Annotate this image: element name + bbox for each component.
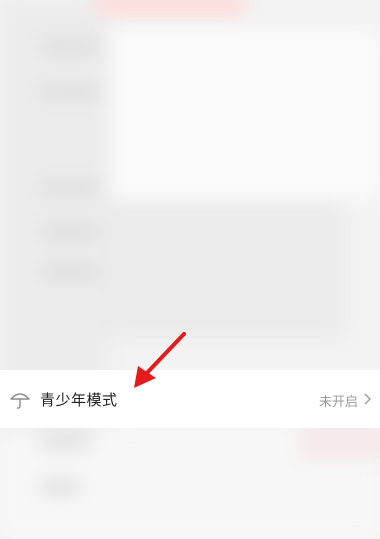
blurred-bar (40, 85, 100, 99)
blurred-bar (40, 480, 80, 494)
blurred-bar (40, 265, 100, 279)
blurred-red-header (95, 0, 245, 14)
youth-mode-label: 青少年模式 (40, 391, 118, 409)
blurred-content-area (110, 30, 380, 200)
blurred-panel (100, 200, 345, 338)
chevron-right-icon (364, 393, 371, 405)
youth-mode-status: 未开启 (318, 395, 358, 410)
blurred-bar (40, 435, 90, 449)
blurred-bar (40, 225, 100, 239)
umbrella-icon (10, 393, 30, 409)
blurred-bar (40, 40, 100, 54)
blurred-background (0, 0, 380, 539)
annotation-arrow (134, 332, 186, 388)
blurred-bar (40, 180, 100, 194)
